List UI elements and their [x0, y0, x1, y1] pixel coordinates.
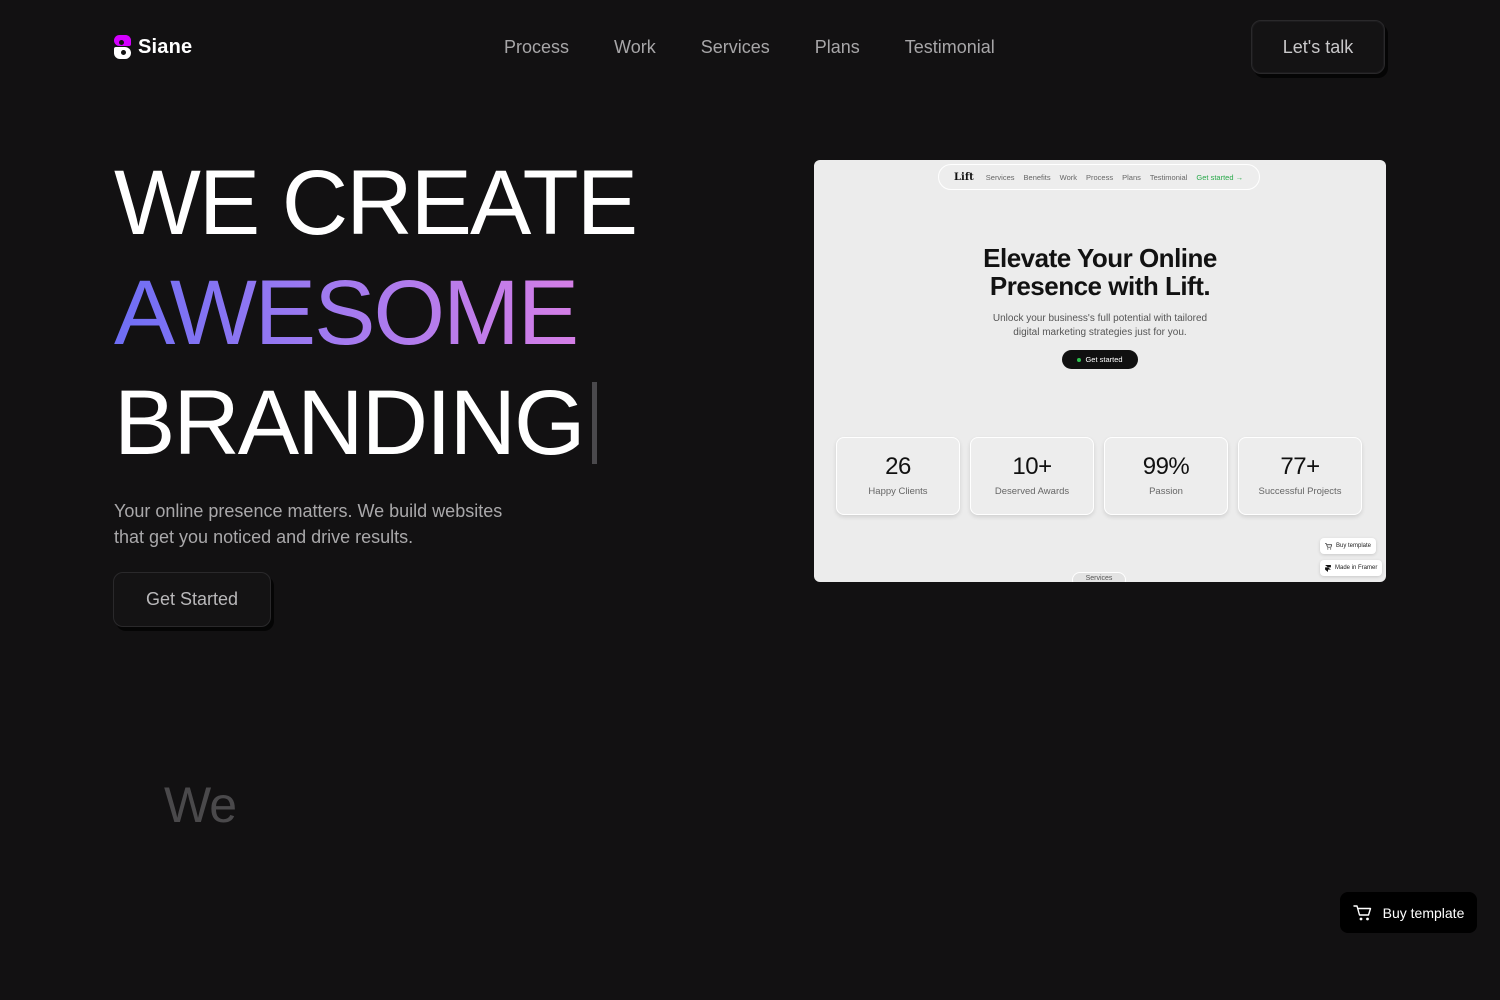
preview-button-label: Get started	[1085, 355, 1123, 364]
preview-buy-badge-label: Buy template	[1336, 543, 1372, 549]
stat-card: 77+ Successful Projects	[1238, 437, 1362, 515]
stat-card: 26 Happy Clients	[836, 437, 960, 515]
preview-description-line-2: digital marketing strategies just for yo…	[1013, 327, 1187, 338]
preview-nav-item: Process	[1086, 172, 1114, 182]
lets-talk-button[interactable]: Let's talk	[1251, 20, 1385, 74]
hero-heading-line-1: WE CREATE	[114, 152, 638, 254]
nav-link-plans[interactable]: Plans	[815, 37, 860, 58]
section-heading: We	[164, 777, 237, 833]
stat-label: Happy Clients	[868, 486, 928, 497]
hero-heading-line-2: AWESOME	[114, 262, 579, 364]
preview-nav-cta: Get started →	[1196, 172, 1244, 182]
preview-nav: Lift Services Benefits Work Process Plan…	[938, 164, 1260, 190]
preview-title: Elevate Your Online Presence with Lift.	[814, 244, 1386, 300]
nav-link-testimonial[interactable]: Testimonial	[905, 37, 995, 58]
stat-card: 10+ Deserved Awards	[970, 437, 1094, 515]
cart-icon	[1352, 904, 1371, 920]
get-started-button[interactable]: Get Started	[113, 572, 271, 627]
stat-value: 26	[885, 453, 911, 480]
preview-title-line-2: Presence with Lift.	[989, 271, 1211, 301]
brand-name: Siane	[138, 35, 193, 58]
nav-link-services[interactable]: Services	[701, 37, 770, 58]
preview-nav-item: Services	[985, 172, 1015, 182]
green-dot-icon	[1077, 357, 1082, 362]
framer-icon	[1325, 564, 1331, 572]
preview-nav-item: Plans	[1122, 172, 1141, 182]
hero-heading-line-3: BRANDING	[114, 377, 597, 469]
preview-services-pill: Services	[1072, 572, 1126, 582]
typing-cursor	[591, 382, 597, 464]
stat-label: Passion	[1149, 486, 1183, 497]
cart-icon	[1325, 542, 1332, 550]
buy-template-button[interactable]: Buy template	[1340, 892, 1477, 933]
hero-heading-line-3-text: BRANDING	[114, 372, 586, 474]
preview-framer-badge: Made in Framer	[1320, 560, 1383, 576]
stat-card: 99% Passion	[1104, 437, 1228, 515]
nav-link-process[interactable]: Process	[504, 37, 569, 58]
stat-value: 10+	[1012, 453, 1052, 480]
stat-label: Successful Projects	[1258, 486, 1342, 497]
brand-logo[interactable]: Siane	[114, 35, 192, 59]
preview-get-started-button: Get started	[1062, 350, 1138, 369]
stat-value: 77+	[1280, 453, 1320, 480]
preview-nav-item: Work	[1059, 172, 1078, 182]
template-preview-image[interactable]: Lift Services Benefits Work Process Plan…	[814, 160, 1386, 582]
preview-framer-badge-label: Made in Framer	[1335, 565, 1378, 571]
preview-description: Unlock your business's full potential wi…	[814, 312, 1386, 340]
preview-description-line-1: Unlock your business's full potential wi…	[992, 313, 1208, 324]
nav-link-work[interactable]: Work	[614, 37, 656, 58]
stat-value: 99%	[1142, 453, 1190, 480]
hero-subtitle: Your online presence matters. We build w…	[114, 501, 503, 547]
preview-buy-badge: Buy template	[1320, 538, 1377, 554]
stat-label: Deserved Awards	[994, 486, 1070, 497]
main-nav: Process Work Services Plans Testimonial	[504, 37, 995, 58]
preview-nav-item: Benefits	[1023, 172, 1051, 182]
preview-logo: Lift	[954, 171, 974, 183]
buy-template-label: Buy template	[1382, 904, 1465, 921]
preview-title-line-1: Elevate Your Online	[983, 243, 1217, 273]
preview-nav-item: Testimonial	[1149, 172, 1188, 182]
logo-icon	[114, 35, 132, 59]
